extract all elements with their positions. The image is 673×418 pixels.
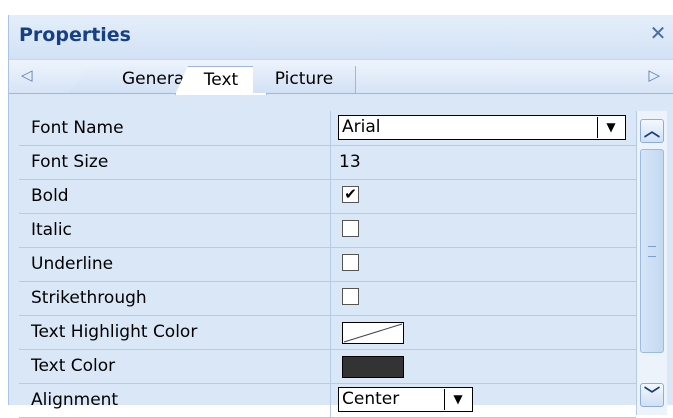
text-color-swatch[interactable] [342,356,404,378]
property-row-bold[interactable]: Bold ✔ [19,179,636,214]
property-row-underline[interactable]: Underline [19,247,636,282]
property-value: Center ▼ [332,383,636,417]
property-row-italic[interactable]: Italic [19,213,636,248]
chevron-down-icon[interactable]: ▼ [597,117,624,138]
tab-scroll-right-icon[interactable]: ▷ [648,66,660,84]
property-value [332,281,636,315]
property-value: Arial ▼ [332,111,636,145]
property-row-font-name[interactable]: Font Name Arial ▼ [19,111,636,146]
property-row-alignment[interactable]: Alignment Center ▼ [19,383,636,418]
property-row-strikethrough[interactable]: Strikethrough [19,281,636,316]
property-row-font-size[interactable]: Font Size 13 [19,145,636,180]
tab-picture[interactable]: Picture [253,66,356,93]
combo-value: Arial [342,117,381,137]
highlight-color-swatch[interactable] [342,322,404,344]
tab-scroll-left-icon[interactable]: ◁ [21,66,33,84]
property-value [332,247,636,281]
bold-checkbox[interactable]: ✔ [342,186,359,203]
chevron-down-icon[interactable]: ﹀ [640,383,664,407]
property-row-text-highlight-color[interactable]: Text Highlight Color [19,315,636,350]
scrollbar-thumb[interactable] [640,149,664,353]
vertical-scrollbar[interactable]: ︿ ﹀ [636,111,667,415]
tab-strip: ◁ General Text Picture ▷ [9,59,673,95]
property-label: Strikethrough [19,281,331,315]
property-value: ✔ [332,179,636,213]
no-color-icon [343,323,403,343]
property-label: Alignment [19,383,331,417]
property-value [332,349,636,383]
panel-title: Properties [19,24,131,46]
font-size-value[interactable]: 13 [332,145,636,179]
property-label: Text Highlight Color [19,315,331,349]
properties-panel: Properties ✕ ◁ General Text Picture ▷ Fo… [8,15,673,418]
property-label: Bold [19,179,331,213]
strikethrough-checkbox[interactable] [342,288,359,305]
combo-value: Center [342,389,400,409]
property-label: Font Size [19,145,331,179]
alignment-combo[interactable]: Center ▼ [338,387,473,412]
property-label: Italic [19,213,331,247]
italic-checkbox[interactable] [342,220,359,237]
underline-checkbox[interactable] [342,254,359,271]
chevron-down-icon[interactable]: ▼ [444,389,471,410]
property-label: Underline [19,247,331,281]
grip-icon [648,246,656,257]
panel-titlebar: Properties ✕ [9,15,673,59]
property-value [332,315,636,349]
font-name-combo[interactable]: Arial ▼ [338,115,626,140]
property-label: Font Name [19,111,331,145]
close-icon[interactable]: ✕ [648,22,668,44]
property-label: Text Color [19,349,331,383]
property-row-text-color[interactable]: Text Color [19,349,636,384]
chevron-up-icon[interactable]: ︿ [640,119,664,143]
property-value [332,213,636,247]
